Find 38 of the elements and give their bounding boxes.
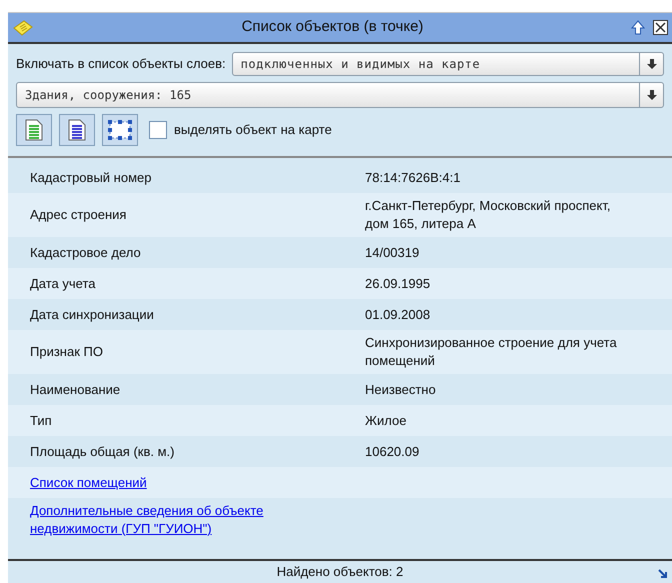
property-label: Признак ПО xyxy=(29,343,104,361)
select-frame-button[interactable] xyxy=(102,114,138,146)
document-icon xyxy=(68,119,86,141)
object-dropdown[interactable]: Здания, сооружения: 165 xyxy=(16,82,664,108)
collapse-icon[interactable] xyxy=(631,20,645,36)
property-label: Адрес строения xyxy=(29,206,128,224)
selection-frame-icon xyxy=(107,119,133,141)
property-label: Кадастровое дело xyxy=(29,244,142,262)
property-value: 01.09.2008 xyxy=(365,306,432,324)
dropdown-arrow-icon xyxy=(646,90,656,100)
dropdown-arrow-icon xyxy=(646,59,656,69)
property-label: Кадастровый номер xyxy=(29,168,152,186)
property-label: Площадь общая (кв. м.) xyxy=(29,442,176,460)
property-label: Дата учета xyxy=(29,274,97,292)
property-value: Жилое xyxy=(365,412,408,430)
layer-filter-dropdown[interactable]: подключенных и видимых на карте xyxy=(232,52,664,76)
property-value: г.Санкт-Петербург, Московский проспект, дом 165, литера А xyxy=(365,197,612,233)
status-text: Найдено объектов: 2 xyxy=(276,563,404,582)
close-icon[interactable] xyxy=(653,20,668,35)
layer-filter-label: Включать в список объекты слоев: xyxy=(16,55,226,74)
property-label: Дата синхронизации xyxy=(29,306,155,324)
property-value: 14/00319 xyxy=(365,244,420,262)
property-value: 26.09.1995 xyxy=(365,274,432,292)
checkbox[interactable] xyxy=(149,121,167,139)
property-value: 10620.09 xyxy=(365,442,420,460)
link[interactable]: Дополнительные сведения об объекте недвижимости (ГУП "ГУИОН") xyxy=(8,502,348,538)
document-report-button[interactable] xyxy=(16,114,52,146)
property-value: Неизвестно xyxy=(365,380,437,398)
document-list-button[interactable] xyxy=(59,114,95,146)
property-value: Синхронизированное строение для учета помещений xyxy=(365,334,618,370)
property-label: Наименование xyxy=(29,380,122,398)
window-title: Список объектов (в точке) xyxy=(240,17,424,38)
document-icon xyxy=(25,119,43,141)
resize-arrow-icon[interactable] xyxy=(658,569,668,579)
note-icon xyxy=(12,18,34,36)
property-value: 78:14:7626В:4:1 xyxy=(365,168,462,186)
property-label: Тип xyxy=(29,412,53,430)
checkbox-label: выделять объект на карте xyxy=(174,121,332,140)
